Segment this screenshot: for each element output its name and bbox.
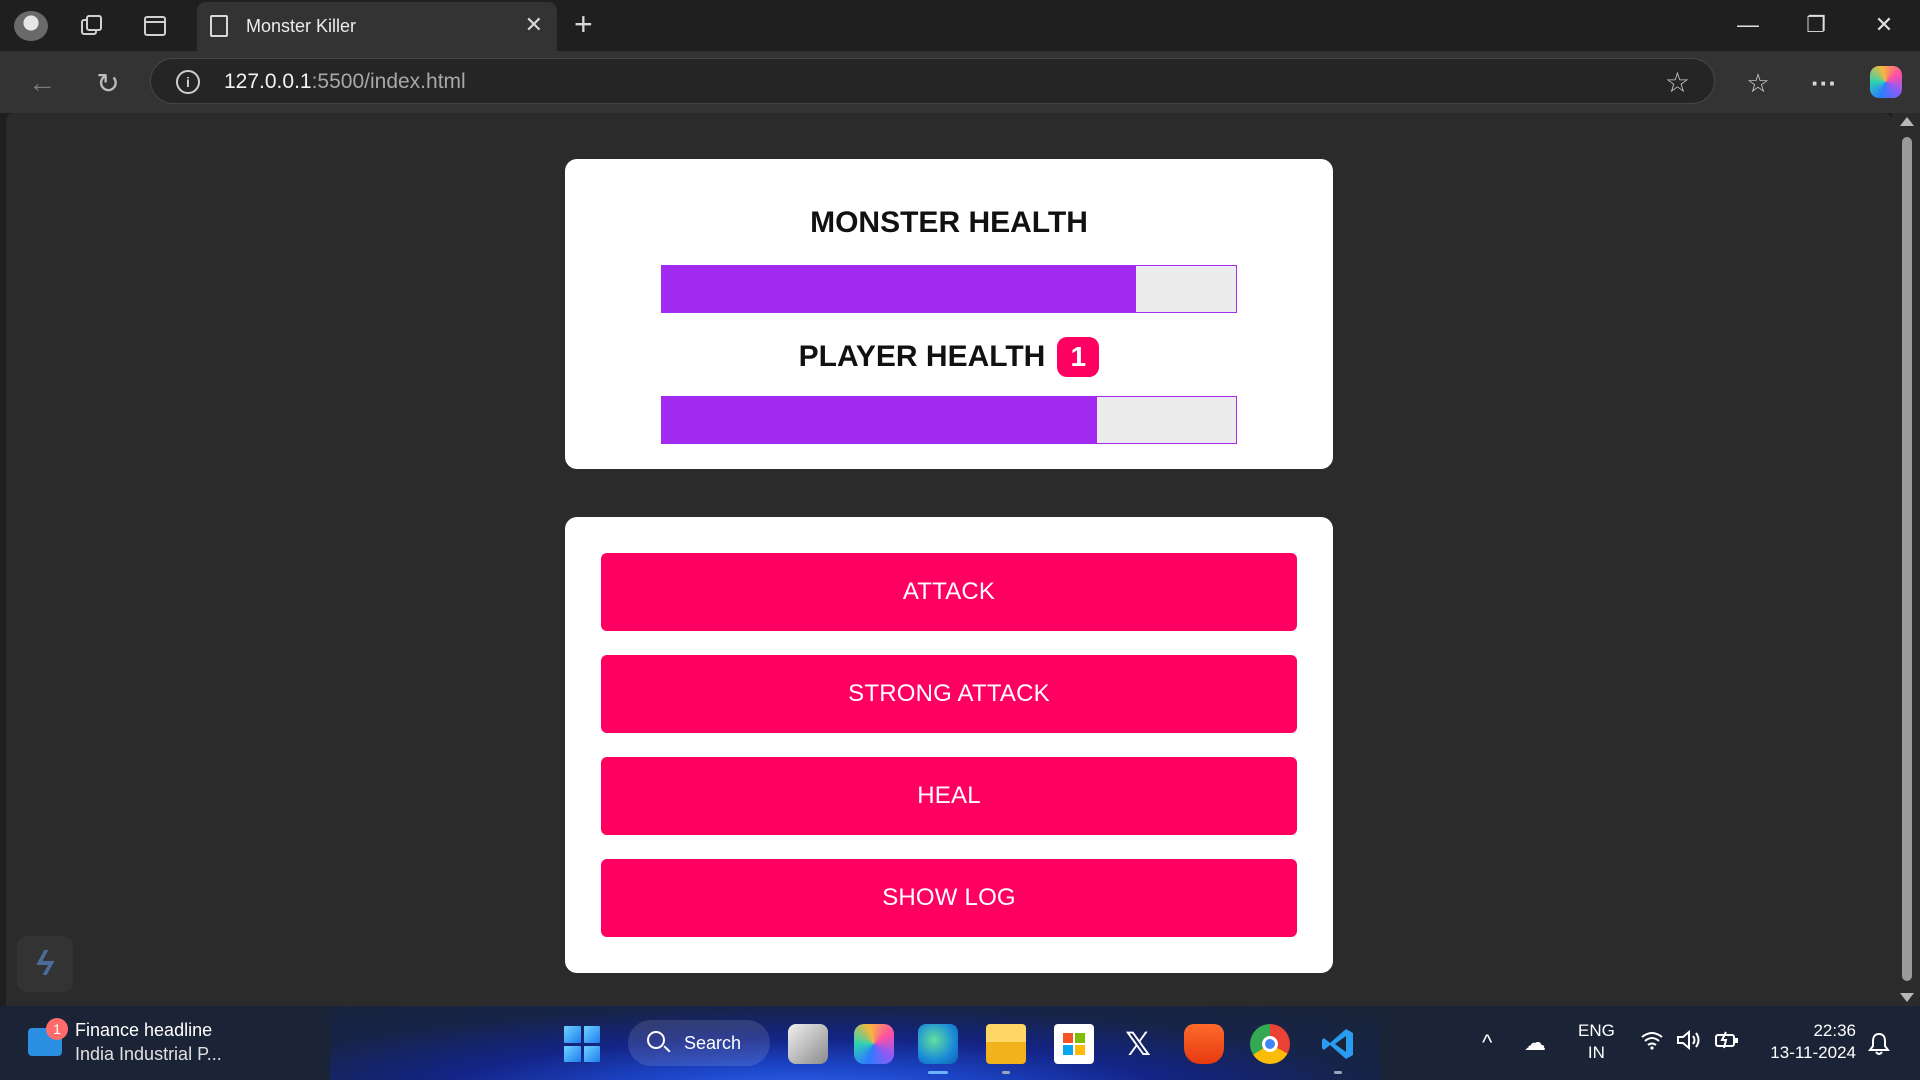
copilot-app-icon[interactable] <box>854 1024 894 1064</box>
player-health-fill <box>662 397 1097 443</box>
tab-actions-icon[interactable] <box>139 10 171 42</box>
notifications-bell-icon[interactable] <box>1868 1032 1890 1062</box>
player-health-bar <box>661 396 1237 444</box>
browser-toolbar: ← ↻ i 127.0.0.1:5500/index.html ☆ ☆ ··· <box>0 51 1920 113</box>
controls-panel: ATTACK STRONG ATTACK HEAL SHOW LOG <box>565 517 1333 973</box>
health-panel: MONSTER HEALTH PLAYER HEALTH 1 <box>565 159 1333 469</box>
restore-icon[interactable]: ❐ <box>1786 8 1846 42</box>
url-text[interactable]: 127.0.0.1:5500/index.html <box>224 70 466 94</box>
brave-icon[interactable] <box>1184 1024 1224 1064</box>
volume-icon[interactable] <box>1676 1029 1702 1056</box>
clock-date: 13-11-2024 <box>1770 1043 1856 1062</box>
wifi-icon[interactable] <box>1640 1030 1664 1056</box>
clock-time: 22:36 <box>1813 1021 1856 1040</box>
site-info-icon[interactable]: i <box>176 70 200 94</box>
news-subtitle[interactable]: India Industrial P... <box>75 1044 222 1065</box>
more-options-icon[interactable]: ··· <box>1804 63 1844 103</box>
minimize-icon[interactable]: — <box>1718 8 1778 42</box>
profile-avatar[interactable] <box>14 11 48 41</box>
page-icon <box>210 15 228 37</box>
strong-attack-button[interactable]: STRONG ATTACK <box>601 655 1297 733</box>
battery-charging-icon[interactable] <box>1714 1030 1740 1056</box>
vscode-icon[interactable] <box>1318 1024 1358 1074</box>
news-notification-badge: 1 <box>46 1018 68 1040</box>
add-favorite-icon[interactable]: ☆ <box>1665 66 1690 99</box>
search-label: Search <box>684 1033 742 1053</box>
region-code: IN <box>1587 1043 1605 1062</box>
news-headline[interactable]: Finance headline <box>75 1020 212 1041</box>
store-icon[interactable] <box>1054 1024 1094 1064</box>
scroll-down-arrow-icon[interactable] <box>1900 993 1914 1002</box>
workspaces-icon[interactable] <box>76 10 108 42</box>
windows-taskbar: 1 Finance headline India Industrial P...… <box>0 1006 1920 1080</box>
new-tab-icon[interactable]: + <box>574 7 593 41</box>
show-hidden-icons-icon[interactable]: ^ <box>1482 1030 1492 1056</box>
taskbar-search[interactable]: Search <box>628 1020 770 1066</box>
file-explorer-icon[interactable] <box>986 1024 1026 1074</box>
url-path: :5500/index.html <box>311 70 466 93</box>
show-log-button[interactable]: SHOW LOG <box>601 859 1297 937</box>
extension-bolt-icon[interactable]: ϟ <box>17 936 73 992</box>
monster-health-label: MONSTER HEALTH <box>810 206 1088 239</box>
player-health-heading: PLAYER HEALTH 1 <box>565 337 1333 377</box>
chrome-icon[interactable] <box>1250 1024 1290 1064</box>
tab-title: Monster Killer <box>246 16 357 36</box>
tab-monster-killer[interactable]: Monster Killer ✕ <box>197 2 557 51</box>
address-bar[interactable]: i 127.0.0.1:5500/index.html ☆ <box>150 58 1715 104</box>
bonus-life-badge: 1 <box>1057 337 1100 377</box>
reload-icon[interactable]: ↻ <box>88 63 128 103</box>
back-icon[interactable]: ← <box>22 63 62 103</box>
copilot-icon[interactable] <box>1870 66 1902 98</box>
language-code: ENG <box>1578 1021 1615 1040</box>
favorites-icon[interactable]: ☆ <box>1738 63 1778 103</box>
heal-button[interactable]: HEAL <box>601 757 1297 835</box>
start-windows-icon[interactable] <box>564 1026 600 1062</box>
x-icon[interactable]: 𝕏 <box>1118 1024 1158 1064</box>
input-language[interactable]: ENG IN <box>1578 1020 1615 1064</box>
url-host: 127.0.0.1 <box>224 70 312 93</box>
edge-icon[interactable] <box>918 1024 958 1074</box>
scrollbar-thumb[interactable] <box>1902 137 1912 981</box>
task-view-icon[interactable] <box>788 1024 828 1064</box>
monster-health-bar <box>661 265 1237 313</box>
close-tab-icon[interactable]: ✕ <box>525 14 543 36</box>
search-icon <box>647 1031 665 1049</box>
vertical-scrollbar[interactable] <box>1892 113 1920 1006</box>
browser-tab-bar: Monster Killer ✕ + — ❐ ✕ <box>0 0 1920 51</box>
attack-button[interactable]: ATTACK <box>601 553 1297 631</box>
taskbar-clock[interactable]: 22:36 13-11-2024 <box>1760 1020 1856 1064</box>
onedrive-cloud-icon[interactable]: ☁ <box>1524 1030 1546 1056</box>
close-window-icon[interactable]: ✕ <box>1854 8 1914 42</box>
scroll-up-arrow-icon[interactable] <box>1900 117 1914 126</box>
player-health-label: PLAYER HEALTH <box>798 340 1046 373</box>
monster-health-fill <box>662 266 1136 312</box>
